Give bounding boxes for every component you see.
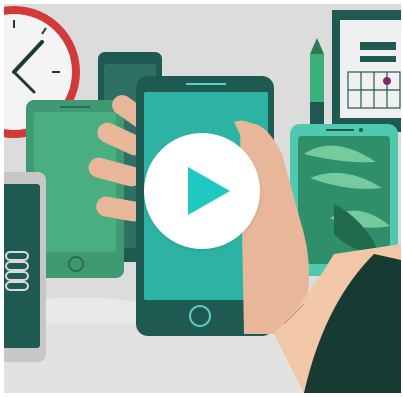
play-icon xyxy=(188,167,230,215)
play-button[interactable] xyxy=(144,133,260,249)
video-thumbnail[interactable] xyxy=(0,0,403,397)
